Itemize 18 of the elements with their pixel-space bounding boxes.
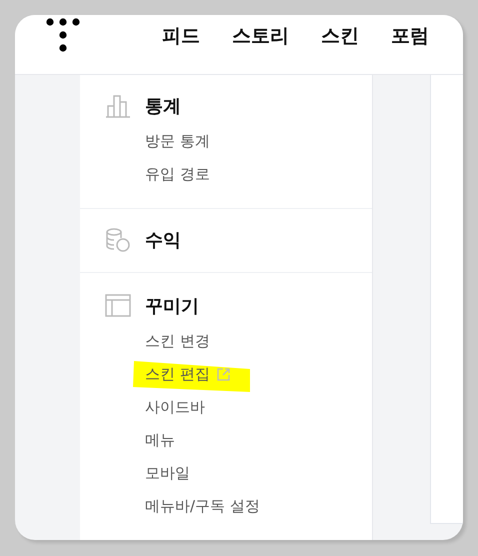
nav-link[interactable]: 피드 [162,23,200,49]
menu-item[interactable]: 모바일 [145,464,190,483]
menu-item[interactable]: 사이드바 [145,398,205,417]
coins-icon [105,228,131,252]
menu-item[interactable]: 메뉴바/구독 설정 [145,497,260,516]
nav-link[interactable]: 스토리 [232,23,289,49]
section-title[interactable]: 꾸미기 [145,294,199,318]
menu-item[interactable]: 방문 통계 [145,132,210,151]
nav-link[interactable]: 스킨 [321,23,359,49]
nav-link[interactable]: 포럼 [391,23,429,49]
logo-icon[interactable] [46,18,80,52]
section-title[interactable]: 수익 [145,228,181,252]
menu-item[interactable]: 스킨 변경 [145,332,210,351]
layout-icon [105,294,131,318]
section-title[interactable]: 통계 [145,94,181,118]
menu-item[interactable]: 메뉴 [145,431,175,450]
menu-item[interactable]: 유입 경로 [145,165,210,184]
bar-chart-icon [105,94,131,118]
